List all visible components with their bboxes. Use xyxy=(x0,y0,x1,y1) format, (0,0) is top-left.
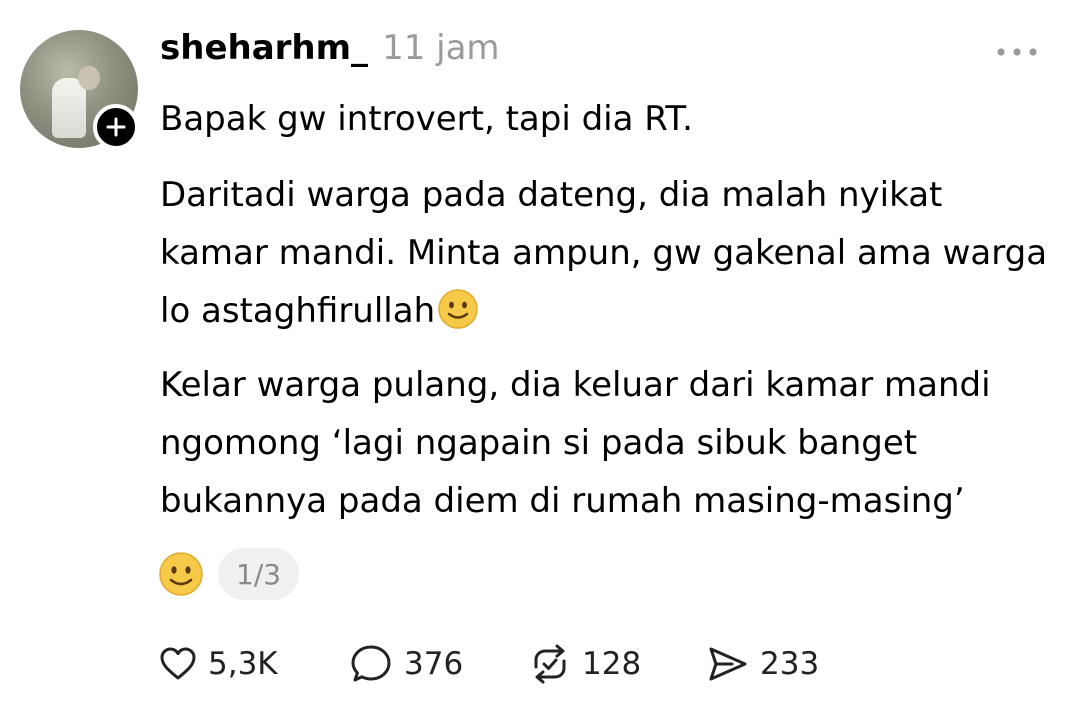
more-horizontal-icon xyxy=(997,48,1037,56)
share-button[interactable]: 233 xyxy=(706,640,836,688)
username[interactable]: sheharhm_ xyxy=(160,28,368,68)
repost-arrows-icon xyxy=(534,644,566,684)
timestamp: 11 jam xyxy=(382,28,500,68)
reply-button[interactable]: 376 xyxy=(350,640,528,688)
share-count: 233 xyxy=(760,646,820,682)
thread-post: sheharhm_ 11 jam Bapak gw introvert, tap… xyxy=(0,0,1077,715)
more-options-button[interactable] xyxy=(995,40,1039,64)
plus-icon xyxy=(106,117,126,137)
slightly-smiling-face-icon xyxy=(438,289,478,329)
post-paragraph-3: Kelar warga pulang, dia keluar dari kama… xyxy=(160,365,991,521)
slightly-smiling-face-icon[interactable] xyxy=(158,551,204,597)
reply-count: 376 xyxy=(404,646,464,682)
like-count: 5,3K xyxy=(208,646,278,682)
post-paragraph-2: Daritadi warga pada dateng, dia malah ny… xyxy=(160,166,1060,340)
page-indicator[interactable]: 1/3 xyxy=(218,548,300,600)
heart-icon xyxy=(160,647,196,680)
follow-button[interactable] xyxy=(93,104,139,150)
post-body: Bapak gw introvert, tapi dia RT. Daritad… xyxy=(160,90,1060,546)
avatar-photo-head xyxy=(78,66,100,90)
send-icon xyxy=(709,647,747,681)
post-paragraph-1: Bapak gw introvert, tapi dia RT. xyxy=(160,99,693,139)
action-bar: 5,3K 376 128 233 xyxy=(158,640,836,688)
repost-button[interactable]: 128 xyxy=(528,640,706,688)
post-paragraph-2-text: Daritadi warga pada dateng, dia malah ny… xyxy=(160,175,1048,331)
reaction-row: 1/3 xyxy=(158,548,300,600)
repost-count: 128 xyxy=(582,646,642,682)
post-header: sheharhm_ 11 jam xyxy=(160,28,500,76)
speech-bubble-icon xyxy=(351,645,391,682)
like-button[interactable]: 5,3K xyxy=(158,640,350,688)
